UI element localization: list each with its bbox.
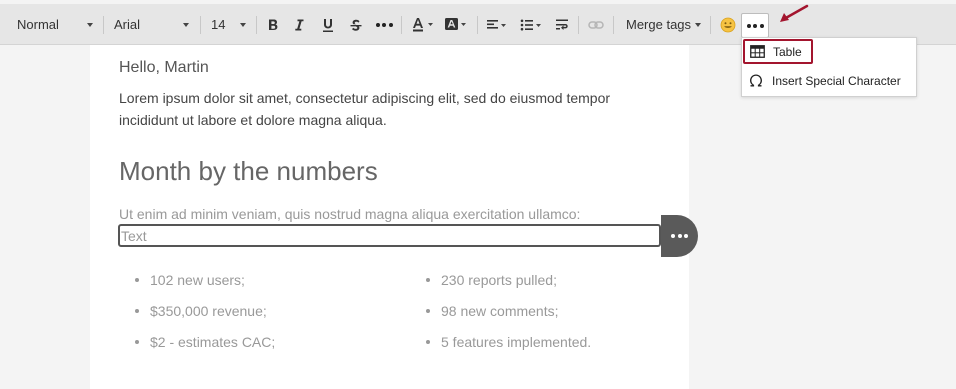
bold-icon bbox=[269, 19, 278, 30]
italic-button[interactable] bbox=[288, 14, 310, 36]
chevron-down-icon bbox=[87, 23, 93, 27]
background-color-button[interactable] bbox=[443, 14, 471, 36]
greeting-text: Hello, Martin bbox=[119, 59, 209, 76]
align-left-icon bbox=[487, 20, 506, 29]
text-block-input[interactable]: Text bbox=[118, 224, 661, 247]
emoji-button[interactable] bbox=[717, 14, 739, 36]
menu-item-label: Table bbox=[773, 44, 802, 59]
chevron-down-icon bbox=[183, 23, 189, 27]
stats-list-right: 230 reports pulled; 98 new comments; 5 f… bbox=[421, 269, 591, 362]
align-button[interactable] bbox=[484, 14, 512, 36]
list-item: $2 - estimates CAC; bbox=[134, 331, 275, 362]
intro-paragraph: Lorem ipsum dolor sit amet, consectetur … bbox=[119, 90, 611, 128]
strikethrough-button[interactable] bbox=[345, 14, 367, 36]
menu-item-table[interactable]: Table bbox=[743, 39, 813, 64]
section-subtext: Ut enim ad minim veniam, quis nostrud ma… bbox=[119, 206, 581, 222]
merge-tags-select[interactable]: Merge tags bbox=[626, 4, 706, 45]
chevron-down-icon bbox=[695, 23, 701, 27]
list-button[interactable] bbox=[518, 14, 546, 36]
emoji-icon bbox=[720, 17, 736, 33]
list-item: 98 new comments; bbox=[425, 300, 591, 331]
font-family-value: Arial bbox=[114, 17, 141, 32]
chevron-down-icon bbox=[240, 23, 246, 27]
menu-item-insert-special-character[interactable]: Insert Special Character bbox=[742, 68, 916, 94]
email-document-canvas: Hello, Martin Lorem ipsum dolor sit amet… bbox=[90, 45, 698, 389]
toolbar-divider bbox=[578, 16, 579, 34]
block-options-button[interactable] bbox=[661, 215, 698, 257]
italic-icon bbox=[295, 19, 304, 31]
text-color-button[interactable] bbox=[410, 14, 438, 36]
toolbar-divider bbox=[103, 16, 104, 34]
table-icon bbox=[749, 44, 765, 60]
text-color-icon bbox=[413, 18, 433, 32]
menu-item-label: Insert Special Character bbox=[772, 74, 901, 88]
list-item: 102 new users; bbox=[134, 269, 275, 300]
toolbar-divider bbox=[613, 16, 614, 34]
toolbar-divider bbox=[710, 16, 711, 34]
underline-button[interactable] bbox=[317, 14, 339, 36]
toolbar-divider bbox=[401, 16, 402, 34]
link-icon bbox=[588, 21, 604, 29]
stats-list-left: 102 new users; $350,000 revenue; $2 - es… bbox=[130, 269, 275, 362]
ellipsis-icon bbox=[746, 23, 764, 28]
ellipsis-icon bbox=[671, 234, 688, 238]
font-size-value: 14 bbox=[211, 17, 226, 32]
more-formatting-button[interactable] bbox=[373, 14, 395, 36]
bold-button[interactable] bbox=[262, 14, 284, 36]
paragraph-style-select[interactable]: Normal bbox=[17, 4, 97, 45]
strikethrough-icon bbox=[350, 19, 362, 31]
toolbar-divider bbox=[256, 16, 257, 34]
merge-tags-label: Merge tags bbox=[626, 17, 692, 32]
list-item: $350,000 revenue; bbox=[134, 300, 275, 331]
annotation-arrow-icon bbox=[780, 4, 809, 22]
omega-icon bbox=[748, 73, 764, 89]
more-options-menu: Table Insert Special Character bbox=[741, 37, 917, 97]
paragraph-style-value: Normal bbox=[17, 17, 59, 32]
bulleted-list-icon bbox=[520, 19, 541, 31]
toolbar-divider bbox=[477, 16, 478, 34]
toolbar-divider bbox=[200, 16, 201, 34]
more-options-button[interactable] bbox=[741, 13, 769, 38]
list-item: 5 features implemented. bbox=[425, 331, 591, 362]
ellipsis-icon bbox=[375, 23, 393, 27]
highlight-color-icon bbox=[445, 18, 466, 30]
wrap-text-icon bbox=[556, 19, 568, 30]
link-button[interactable] bbox=[585, 14, 607, 36]
font-family-select[interactable]: Arial bbox=[114, 4, 194, 45]
list-item: 230 reports pulled; bbox=[425, 269, 591, 300]
section-heading: Month by the numbers bbox=[119, 156, 378, 186]
underline-icon bbox=[323, 18, 333, 32]
line-height-button[interactable] bbox=[551, 14, 573, 36]
